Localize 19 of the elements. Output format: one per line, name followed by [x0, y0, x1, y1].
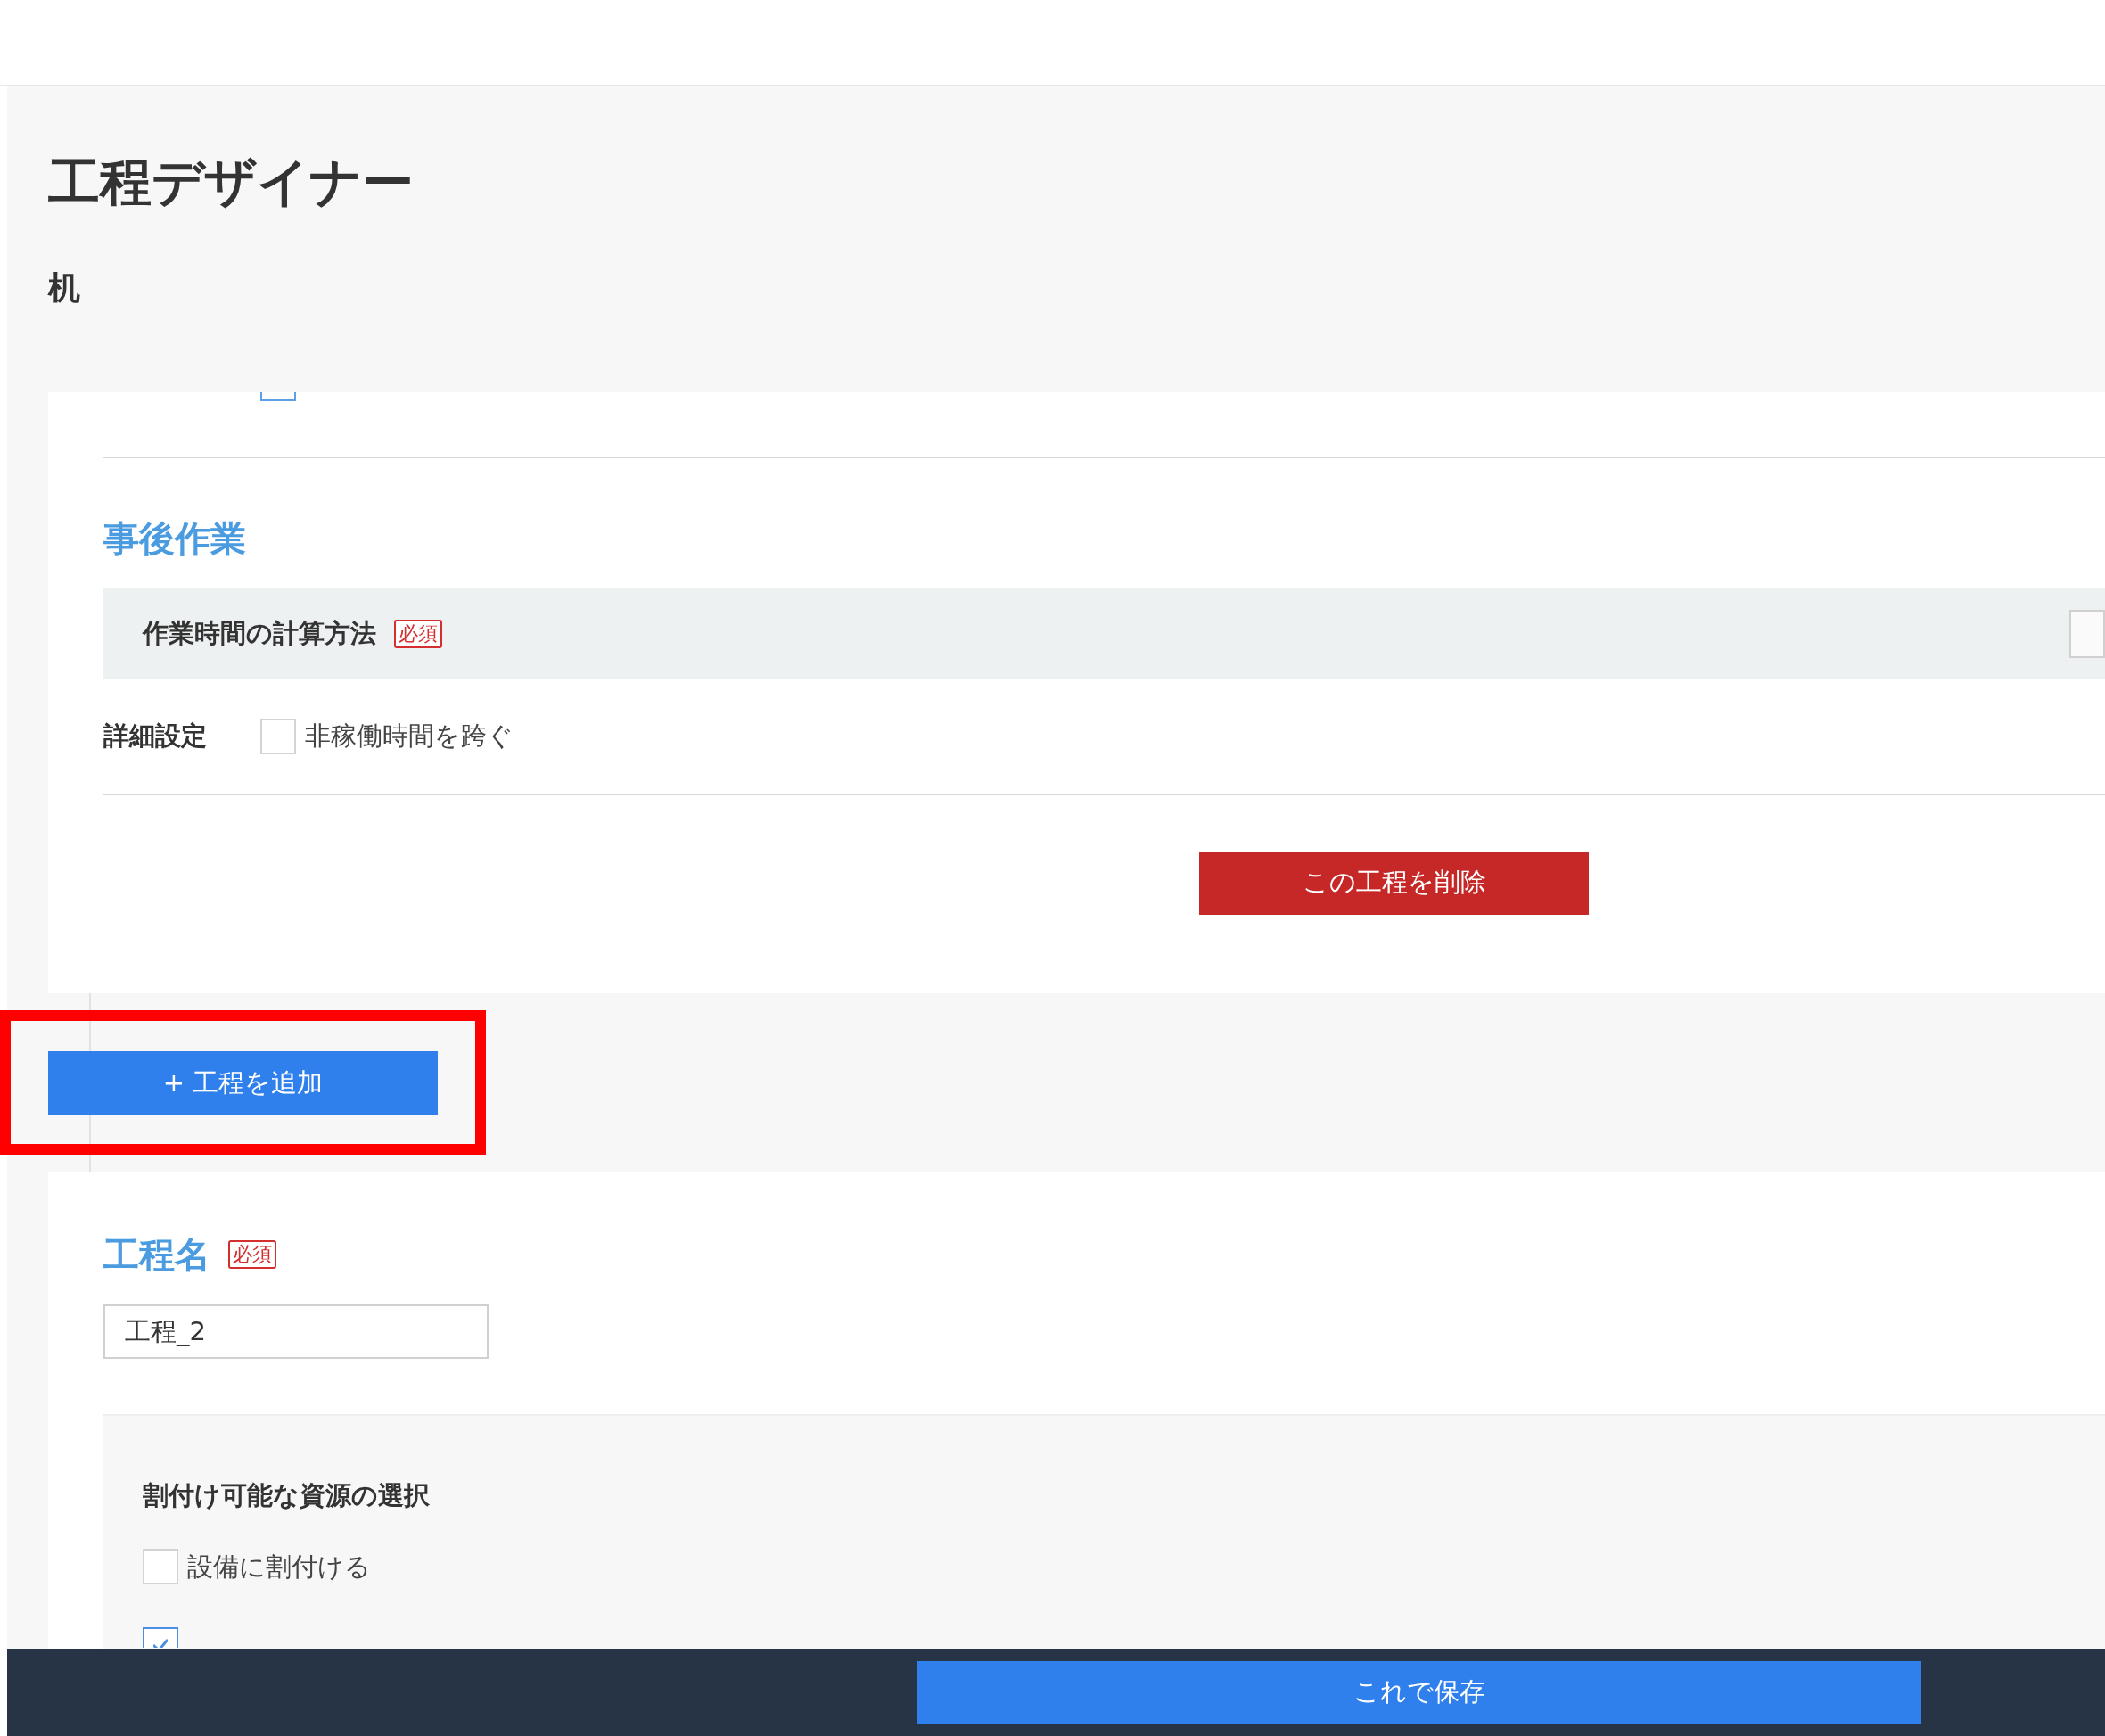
- checkbox[interactable]: [143, 1627, 178, 1648]
- item-name: 机: [48, 272, 80, 304]
- required-badge: 必須: [394, 620, 442, 648]
- checkbox-label: 設備に割付ける: [187, 1550, 371, 1584]
- field-label: 詳細設定: [103, 720, 208, 753]
- checkbox[interactable]: [260, 392, 296, 401]
- select-field[interactable]: [2069, 610, 2105, 658]
- section-title: 事後作業: [103, 521, 246, 556]
- page-title: 工程デザイナー: [48, 156, 415, 208]
- panel-title: 割付け可能な資源の選択: [143, 1479, 430, 1512]
- add-process-button[interactable]: + 工程を追加: [48, 1050, 438, 1115]
- checkbox-label: 非稼働時間を跨ぐ: [305, 720, 514, 753]
- field-label: 作業時間の計算方法: [143, 617, 376, 651]
- save-button[interactable]: これで保存: [917, 1660, 1921, 1724]
- delete-button[interactable]: この工程を削除: [1199, 851, 1589, 915]
- required-badge: 必須: [228, 1240, 276, 1269]
- check-icon: [153, 1638, 168, 1648]
- section-title: 工程名: [103, 1237, 210, 1272]
- process-name-field[interactable]: 工程_2: [103, 1304, 489, 1359]
